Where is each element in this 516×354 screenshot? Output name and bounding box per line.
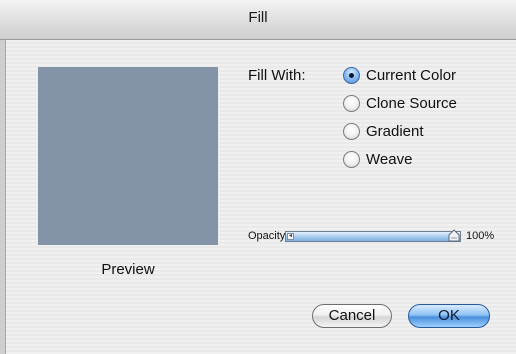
radio-dot-icon [349, 72, 354, 78]
opacity-label: Opacity [248, 230, 286, 242]
radio-label-gradient: Gradient [366, 122, 424, 140]
dialog-title: Fill [248, 9, 268, 26]
radio-weave[interactable]: Weave [343, 149, 412, 169]
opacity-slider-thumb[interactable] [448, 229, 460, 242]
cancel-button[interactable]: Cancel [312, 304, 392, 328]
radio-unselected-icon[interactable] [343, 94, 360, 112]
radio-label-weave: Weave [366, 150, 413, 168]
fill-dialog: Fill Preview Fill With: Current Color Cl… [0, 0, 516, 354]
radio-current-color[interactable]: Current Color [343, 65, 456, 85]
ok-button[interactable]: OK [408, 304, 490, 328]
window-left-edge [0, 40, 6, 354]
radio-clone-source[interactable]: Clone Source [343, 93, 457, 113]
preview-swatch [38, 67, 218, 245]
radio-selected-icon[interactable] [343, 66, 360, 84]
title-bar[interactable]: Fill [0, 0, 516, 40]
radio-unselected-icon[interactable] [343, 150, 360, 168]
radio-label-current-color: Current Color [366, 66, 457, 84]
radio-gradient[interactable]: Gradient [343, 121, 424, 141]
fill-with-label: Fill With: [248, 67, 306, 84]
preview-label: Preview [101, 261, 155, 278]
radio-unselected-icon[interactable] [343, 122, 360, 140]
opacity-slider-track[interactable]: ◂ [285, 231, 461, 242]
slider-left-arrow-icon[interactable]: ◂ [287, 233, 294, 240]
radio-label-clone-source: Clone Source [366, 94, 457, 112]
opacity-value: 100% [466, 230, 495, 242]
